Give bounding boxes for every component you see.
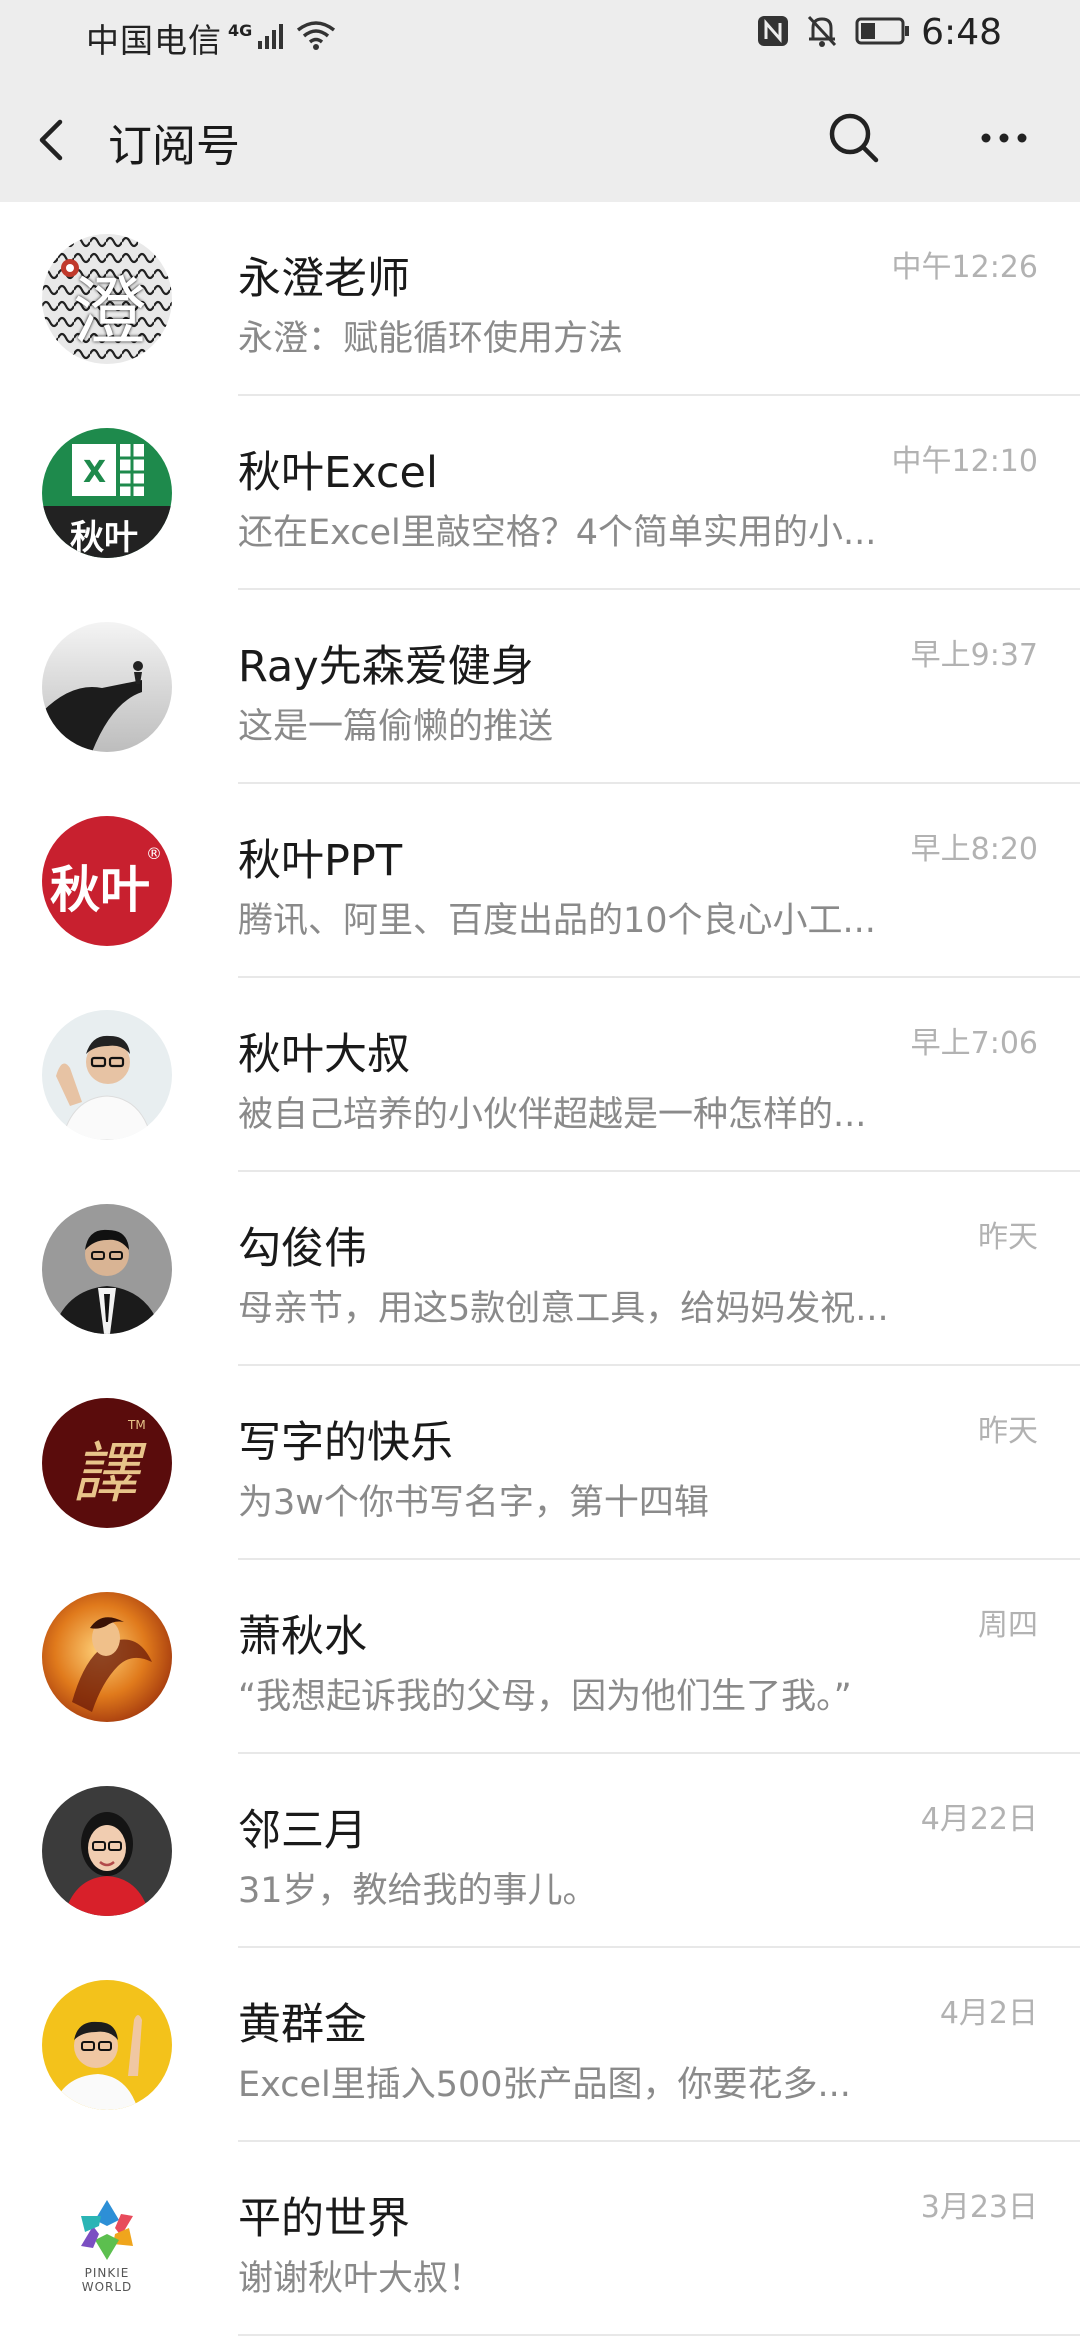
list-item[interactable]: 邻三月 31岁，教给我的事儿。 4月22日	[0, 1754, 1080, 1948]
avatar: PINKIE WORLD	[42, 2174, 172, 2304]
nfc-icon	[755, 13, 791, 53]
network-type-label: 4G	[228, 20, 253, 40]
avatar: 秋叶 ®	[42, 816, 172, 946]
carrier-label: 中国电信	[86, 21, 222, 60]
avatar	[42, 622, 172, 752]
search-button[interactable]	[824, 108, 884, 168]
article-preview: “我想起诉我的父母，因为他们生了我。”	[238, 1677, 852, 1717]
status-left: 中国电信 4G	[86, 14, 336, 62]
timestamp: 早上8:20	[910, 832, 1038, 867]
list-item[interactable]: Ray先森爱健身 这是一篇偷懒的推送 早上9:37	[0, 590, 1080, 784]
avatar-logo-text: 秋叶	[70, 518, 138, 558]
registered-mark-icon: ®	[146, 844, 162, 863]
list-item[interactable]: 萧秋水 “我想起诉我的父母，因为他们生了我。” 周四	[0, 1560, 1080, 1754]
trademark-icon: TM	[128, 1418, 146, 1432]
article-preview: 被自己培养的小伙伴超越是一种怎样的...	[238, 1095, 867, 1135]
account-name: 勾俊伟	[238, 1224, 367, 1274]
wifi-icon	[296, 20, 336, 56]
timestamp: 昨天	[978, 1414, 1038, 1449]
list-item[interactable]: X 秋叶 秋叶Excel 还在Excel里敲空格？4个简单实用的小... 中午1…	[0, 396, 1080, 590]
avatar	[42, 1786, 172, 1916]
account-name: 邻三月	[238, 1806, 367, 1856]
avatar-logo-text: 秋叶	[50, 861, 150, 919]
nav-bar: 订阅号	[0, 72, 1080, 202]
article-preview: 永澄：赋能循环使用方法	[238, 319, 624, 359]
avatar: 澄	[42, 234, 172, 364]
avatar	[42, 1980, 172, 2110]
account-name: 萧秋水	[238, 1612, 367, 1662]
page-title: 订阅号	[108, 121, 240, 172]
timestamp: 3月23日	[920, 2190, 1038, 2225]
avatar	[42, 1204, 172, 1334]
timestamp: 昨天	[978, 1220, 1038, 1255]
list-item[interactable]: PINKIE WORLD 平的世界 谢谢秋叶大叔！ 3月23日	[0, 2142, 1080, 2336]
timestamp: 早上7:06	[910, 1026, 1038, 1061]
back-arrow-icon	[39, 119, 63, 161]
status-right: 6:48	[755, 12, 1002, 53]
search-icon	[829, 113, 879, 163]
list-item[interactable]: 勾俊伟 母亲节，用这5款创意工具，给妈妈发祝... 昨天	[0, 1172, 1080, 1366]
avatar-logo-text: PINKIE WORLD	[81, 2266, 133, 2294]
list-item[interactable]: 譯 TM 写字的快乐 为3w个你书写名字，第十四辑 昨天	[0, 1366, 1080, 1560]
more-button[interactable]	[974, 108, 1034, 168]
timestamp: 早上9:37	[910, 638, 1038, 673]
account-name: 秋叶PPT	[238, 836, 403, 886]
article-preview: 这是一篇偷懒的推送	[238, 707, 554, 747]
list-item[interactable]: 黄群金 Excel里插入500张产品图，你要花多... 4月2日	[0, 1948, 1080, 2142]
timestamp: 4月2日	[939, 1996, 1038, 2031]
list-item[interactable]: 秋叶大叔 被自己培养的小伙伴超越是一种怎样的... 早上7:06	[0, 978, 1080, 1172]
avatar-logo-text: 譯	[72, 1435, 138, 1512]
avatar-logo-text: 澄	[72, 269, 146, 355]
account-name: 秋叶Excel	[238, 448, 438, 498]
avatar	[42, 1010, 172, 1140]
account-name: 秋叶大叔	[238, 1030, 410, 1080]
status-bar: 中国电信 4G 6:48	[0, 0, 1080, 72]
signal-icon	[256, 21, 286, 55]
divider	[238, 2334, 1080, 2336]
account-name: 永澄老师	[238, 254, 410, 304]
article-preview: 谢谢秋叶大叔！	[238, 2259, 484, 2299]
battery-icon	[855, 16, 911, 50]
timestamp: 4月22日	[920, 1802, 1038, 1837]
avatar: X 秋叶	[42, 428, 172, 558]
mute-bell-icon	[805, 13, 839, 53]
subscription-list: 澄 永澄老师 永澄：赋能循环使用方法 中午12:26 X 秋叶 秋叶Excel …	[0, 202, 1080, 2336]
more-dots-icon	[981, 133, 1027, 143]
list-item[interactable]: 秋叶 ® 秋叶PPT 腾讯、阿里、百度出品的10个良心小工... 早上8:20	[0, 784, 1080, 978]
article-preview: 31岁，教给我的事儿。	[238, 1871, 598, 1911]
clock: 6:48	[921, 12, 1002, 53]
article-preview: 母亲节，用这5款创意工具，给妈妈发祝...	[238, 1289, 889, 1329]
article-preview: Excel里插入500张产品图，你要花多...	[238, 2065, 851, 2105]
timestamp: 周四	[978, 1608, 1038, 1643]
list-item[interactable]: 澄 永澄老师 永澄：赋能循环使用方法 中午12:26	[0, 202, 1080, 396]
back-button[interactable]	[30, 110, 80, 170]
article-preview: 腾讯、阿里、百度出品的10个良心小工...	[238, 901, 876, 941]
account-name: 平的世界	[238, 2194, 410, 2244]
timestamp: 中午12:10	[891, 444, 1038, 479]
svg-text:X: X	[83, 455, 106, 490]
timestamp: 中午12:26	[891, 250, 1038, 285]
account-name: Ray先森爱健身	[238, 642, 534, 692]
avatar	[42, 1592, 172, 1722]
account-name: 黄群金	[238, 2000, 367, 2050]
avatar: 譯 TM	[42, 1398, 172, 1528]
account-name: 写字的快乐	[238, 1418, 453, 1468]
article-preview: 还在Excel里敲空格？4个简单实用的小...	[238, 513, 877, 553]
article-preview: 为3w个你书写名字，第十四辑	[238, 1483, 709, 1523]
